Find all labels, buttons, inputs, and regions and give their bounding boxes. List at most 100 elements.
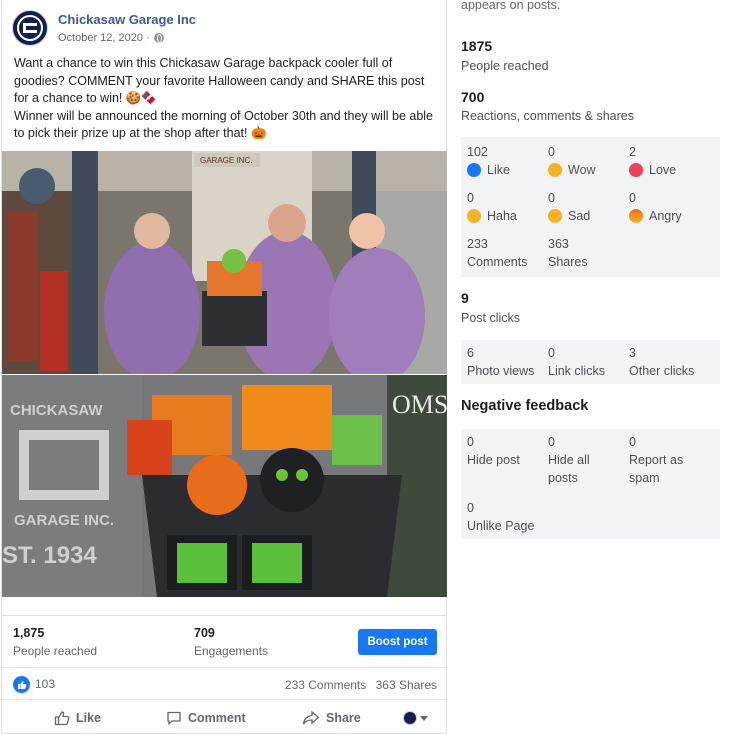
reaction-angry-label: Angry	[649, 209, 682, 223]
garage-photo-art: GARAGE INC.	[2, 151, 447, 374]
like-icon	[467, 163, 481, 177]
photo-views-label: Photo views	[467, 364, 535, 378]
link-clicks-cell: 0 Link clicks	[548, 344, 605, 380]
reaction-like-label: Like	[487, 163, 510, 177]
people-reached-stat[interactable]: 1,875 People reached	[13, 626, 97, 658]
photo-views-value: 6	[467, 346, 474, 360]
hide-post-cell: 0 Hide post	[467, 433, 520, 469]
engagements-stat[interactable]: 709 Engagements	[194, 626, 268, 658]
reaction-love-value: 2	[629, 145, 636, 159]
hide-post-label: Hide post	[467, 453, 520, 467]
page-name-link[interactable]: Chickasaw Garage Inc	[58, 12, 196, 27]
report-spam-cell: 0 Report as spam	[629, 433, 709, 487]
thumb-up-icon	[17, 680, 26, 689]
post-card: Chickasaw Garage Inc October 12, 2020 · …	[1, 0, 447, 734]
unlike-page-cell: 0 Unlike Page	[467, 499, 534, 535]
comments-label: Comments	[467, 255, 528, 269]
post-photo-basket[interactable]: CHICKASAW GARAGE INC. ST. 1934 OMS	[2, 375, 447, 597]
globe-icon	[153, 33, 164, 43]
report-spam-label: Report as spam	[629, 453, 684, 485]
post-as-selector[interactable]	[403, 711, 428, 725]
clicks-breakdown: 6 Photo views 0 Link clicks 3 Other clic…	[461, 340, 720, 384]
post-insights-bar: 1,875 People reached 709 Engagements Boo…	[2, 615, 447, 667]
hide-post-value: 0	[467, 435, 474, 449]
engagements-value: 709	[194, 626, 215, 640]
comment-button-label: Comment	[188, 711, 246, 725]
comments-shares-counts: 233 Comments 363 Shares	[285, 678, 437, 692]
other-clicks-label: Other clicks	[629, 364, 695, 378]
panel-reactions-total-label: Reactions, comments & shares	[461, 109, 634, 123]
reaction-sad-cell: 0 Sad	[548, 189, 590, 225]
post-text-line: Winner will be announced the morning of …	[14, 108, 434, 141]
report-spam-value: 0	[629, 435, 636, 449]
negative-feedback-breakdown: 0 Hide post 0 Hide all posts 0 Report as…	[461, 429, 720, 539]
post-clicks-value: 9	[461, 290, 469, 306]
like-badge-icon[interactable]	[13, 676, 30, 693]
boost-post-button[interactable]: Boost post	[358, 629, 437, 655]
post-date-link[interactable]: October 12, 2020 ·	[58, 32, 150, 44]
basket-photo-art: CHICKASAW GARAGE INC. ST. 1934 OMS	[2, 375, 447, 597]
people-reached-label: People reached	[13, 644, 98, 658]
avatar-logo-mark	[23, 23, 37, 33]
comments-value: 233	[467, 237, 488, 251]
sad-icon	[548, 209, 562, 223]
post-photo-garage[interactable]: GARAGE INC.	[2, 151, 447, 374]
insights-panel: appears on posts. 1875 People reached 70…	[461, 0, 720, 734]
like-button-label: Like	[76, 711, 102, 725]
link-clicks-label: Link clicks	[548, 364, 605, 378]
panel-intro-text: appears on posts.	[461, 0, 561, 12]
post-actions: Like Comment Share	[2, 702, 447, 734]
shares-value: 363	[548, 237, 569, 251]
reaction-wow-label: Wow	[568, 163, 596, 177]
post-text: Want a chance to win this Chickasaw Gara…	[14, 55, 440, 143]
unlike-page-value: 0	[467, 501, 474, 515]
unlike-page-label: Unlike Page	[467, 519, 535, 533]
reactions-breakdown: 102 Like 0 Wow 2 Love 0 Haha 0 Sad 0 Ang…	[461, 137, 720, 277]
stone-text-bottom: ST. 1934	[2, 542, 97, 569]
post-clicks-label: Post clicks	[461, 311, 521, 325]
share-button-label: Share	[326, 711, 361, 725]
photo-views-cell: 6 Photo views	[467, 344, 534, 380]
panel-people-reached-value: 1875	[461, 38, 493, 54]
reaction-love-cell: 2 Love	[629, 143, 676, 179]
like-count[interactable]: 103	[35, 677, 55, 691]
share-button[interactable]: Share	[302, 710, 361, 726]
hide-all-posts-label: Hide all posts	[548, 453, 590, 485]
reaction-love-label: Love	[649, 163, 677, 177]
engagements-label: Engagements	[194, 644, 269, 658]
angry-icon	[629, 209, 643, 223]
reaction-sad-label: Sad	[568, 209, 591, 223]
shares-label: Shares	[548, 255, 588, 269]
reaction-angry-value: 0	[629, 191, 636, 205]
reaction-haha-cell: 0 Haha	[467, 189, 517, 225]
shares-count-link[interactable]: 363 Shares	[376, 678, 437, 692]
post-text-line: Want a chance to win this Chickasaw Gara…	[14, 56, 425, 105]
comment-icon	[167, 711, 181, 726]
link-clicks-value: 0	[548, 346, 555, 360]
haha-icon	[467, 209, 481, 223]
like-button[interactable]: Like	[54, 710, 101, 726]
reaction-summary: 103 233 Comments 363 Shares	[2, 667, 447, 700]
reaction-haha-label: Haha	[487, 209, 517, 223]
stone-text-top: CHICKASAW	[10, 402, 103, 419]
shares-cell: 363 Shares	[548, 235, 588, 271]
reaction-haha-value: 0	[467, 191, 474, 205]
post-header: Chickasaw Garage Inc October 12, 2020 ·	[12, 10, 432, 50]
reaction-wow-value: 0	[548, 145, 555, 159]
love-icon	[629, 163, 643, 177]
reaction-angry-cell: 0 Angry	[629, 189, 682, 225]
stone-text-right: OMS	[392, 390, 447, 419]
comments-count-link[interactable]: 233 Comments	[285, 678, 366, 692]
panel-reactions-total-value: 700	[461, 89, 485, 105]
share-icon	[302, 710, 320, 725]
post-meta: October 12, 2020 ·	[58, 32, 164, 44]
other-clicks-value: 3	[629, 346, 636, 360]
stone-text-mid: GARAGE INC.	[14, 512, 114, 529]
reaction-like-value: 102	[467, 145, 488, 159]
garage-sign-text: GARAGE INC.	[200, 156, 252, 165]
comment-button[interactable]: Comment	[166, 710, 246, 726]
hide-all-posts-value: 0	[548, 435, 555, 449]
page-avatar[interactable]	[12, 10, 48, 46]
reaction-like-cell: 102 Like	[467, 143, 510, 179]
reaction-sad-value: 0	[548, 191, 555, 205]
